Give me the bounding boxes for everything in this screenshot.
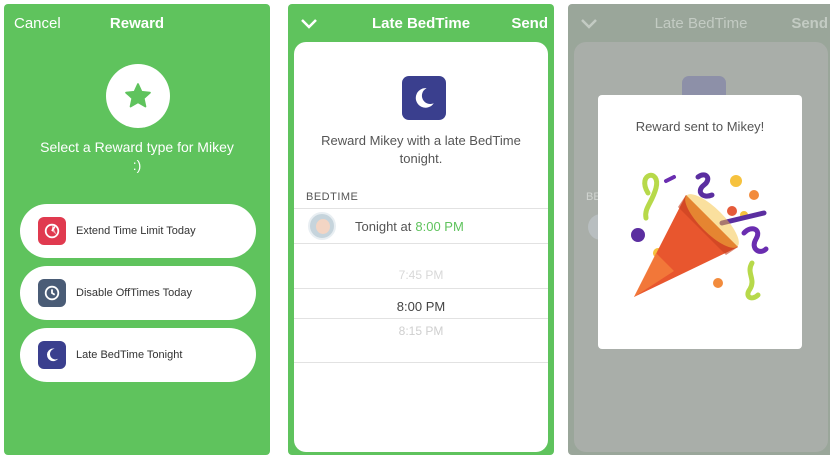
picker-option[interactable]: 7:45 PM: [294, 268, 548, 282]
reward-sent-screen: Late BedTime Send BE Reward sent to Mike…: [568, 4, 830, 455]
top-bar: Late BedTime Send: [288, 4, 554, 42]
send-button[interactable]: Send: [511, 15, 548, 32]
picker-bottom-divider: [294, 362, 548, 363]
section-header: BEDTIME: [306, 191, 359, 203]
timer-icon: [38, 217, 66, 245]
reward-prompt: Select a Reward type for Mikey :): [40, 139, 234, 173]
picker-divider: [294, 318, 548, 319]
page-title: Reward: [109, 15, 165, 32]
party-popper-icon: [631, 172, 769, 301]
disable-offtimes-option[interactable]: Disable OffTimes Today: [20, 266, 256, 320]
bedtime-card: Reward Mikey with a late BedTime tonight…: [294, 42, 548, 452]
selected-time: 8:00 PM: [415, 218, 464, 234]
reward-screen: Cancel Reward Select a Reward type for M…: [4, 4, 270, 455]
modal-message: Reward sent to Mikey!: [635, 119, 765, 134]
reward-sent-modal[interactable]: Reward sent to Mikey!: [598, 95, 802, 349]
late-bedtime-option[interactable]: Late BedTime Tonight: [20, 328, 256, 382]
clock-icon: [38, 279, 66, 307]
option-label: Disable OffTimes Today: [76, 287, 192, 299]
moon-icon: [38, 341, 66, 369]
bedtime-row[interactable]: Tonight at 8:00 PM: [294, 208, 548, 244]
star-icon: [106, 64, 170, 128]
send-button: Send: [791, 15, 828, 32]
option-label: Extend Time Limit Today: [76, 225, 196, 237]
top-bar: Cancel Reward: [4, 4, 270, 42]
avatar: [308, 212, 336, 240]
top-bar: Late BedTime Send: [568, 4, 830, 42]
row-label: Tonight at: [355, 218, 412, 234]
option-label: Late BedTime Tonight: [76, 349, 183, 361]
picker-divider: [294, 288, 548, 289]
moon-icon: [402, 76, 446, 120]
extend-time-limit-option[interactable]: Extend Time Limit Today: [20, 204, 256, 258]
reward-message: Reward Mikey with a late BedTime tonight…: [321, 133, 521, 166]
picker-option[interactable]: 8:15 PM: [294, 324, 548, 338]
picker-option-selected[interactable]: 8:00 PM: [294, 299, 548, 314]
late-bedtime-screen: Late BedTime Send Reward Mikey with a la…: [288, 4, 554, 455]
